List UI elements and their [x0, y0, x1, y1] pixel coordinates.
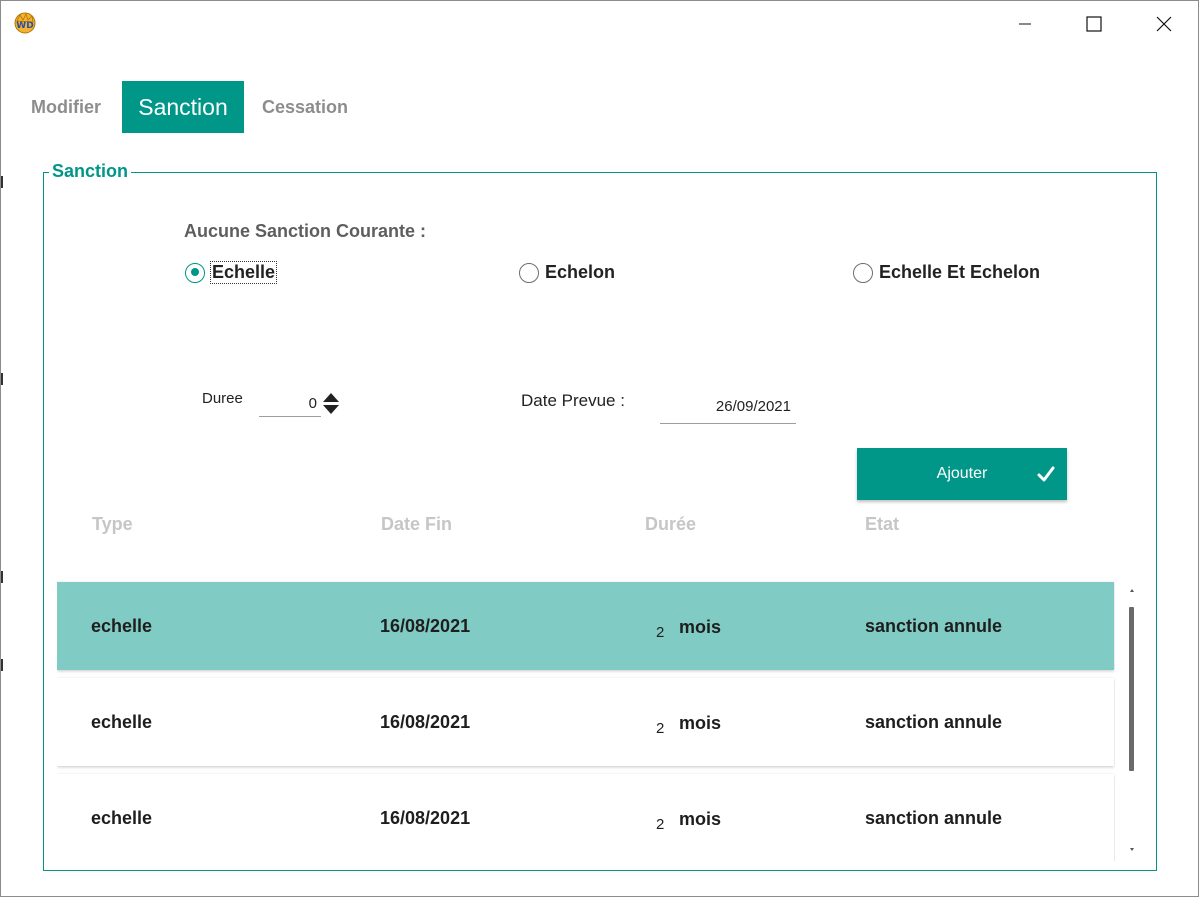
radio-echelon[interactable]: Echelon: [519, 262, 615, 283]
duree-input[interactable]: 0: [259, 391, 321, 417]
cell-type: echelle: [91, 712, 153, 732]
cell-duree-unit: mois: [679, 617, 722, 637]
radio-unchecked-icon: [853, 262, 873, 283]
date-prevue-input[interactable]: 26/09/2021: [660, 393, 796, 424]
cell-type: echelle: [91, 616, 153, 636]
duree-label: Duree: [202, 390, 243, 407]
date-prevue-label: Date Prevue :: [521, 391, 625, 410]
spin-up-icon[interactable]: [323, 393, 339, 402]
maximize-icon: [1086, 16, 1102, 32]
radio-label: Echelle Et Echelon: [879, 262, 1041, 282]
cell-date-fin: 16/08/2021: [380, 712, 471, 732]
radio-checked-icon: [185, 262, 205, 283]
window-edge-mark: [1, 659, 3, 671]
tab-modifier[interactable]: Modifier: [31, 81, 101, 133]
ajouter-label: Ajouter: [936, 465, 988, 482]
duree-spinner[interactable]: [322, 391, 340, 417]
cell-duree-unit: mois: [679, 713, 722, 733]
sanction-list[interactable]: echelle 16/08/2021 2 mois sanction annul…: [57, 580, 1115, 861]
current-sanction-label: Aucune Sanction Courante :: [184, 221, 427, 241]
radio-echelle[interactable]: Echelle: [185, 261, 278, 284]
header-type[interactable]: Type: [92, 514, 133, 535]
check-icon: [1037, 466, 1055, 482]
window-edge-mark: [1, 373, 3, 385]
header-etat[interactable]: Etat: [865, 514, 899, 535]
scrollbar-thumb[interactable]: [1129, 607, 1134, 771]
windev-app-icon: WD: [13, 11, 37, 35]
radio-echelle-et-echelon[interactable]: Echelle Et Echelon: [853, 262, 1040, 283]
tab-sanction[interactable]: Sanction: [122, 81, 244, 133]
close-button[interactable]: [1141, 9, 1187, 39]
svg-text:WD: WD: [16, 21, 33, 31]
minimize-icon: [1019, 23, 1031, 25]
radio-unchecked-icon: [519, 262, 539, 283]
cell-date-fin: 16/08/2021: [380, 808, 471, 828]
spin-down-icon[interactable]: [323, 405, 339, 414]
cell-etat: sanction annule: [865, 808, 1003, 828]
cell-etat: sanction annule: [865, 712, 1003, 732]
ajouter-button[interactable]: Ajouter: [857, 448, 1067, 500]
window-edge-mark: [1, 571, 3, 583]
groupbox-title: Sanction: [49, 161, 132, 182]
cell-type: echelle: [91, 808, 153, 828]
header-date-fin[interactable]: Date Fin: [381, 514, 452, 535]
app-window: WD Modifier Sanction Cessation Sanction …: [0, 0, 1199, 897]
header-duree[interactable]: Durée: [645, 514, 696, 535]
cell-duree-num: 2: [656, 816, 665, 833]
cell-date-fin: 16/08/2021: [380, 616, 471, 636]
maximize-button[interactable]: [1071, 9, 1117, 39]
cell-duree-num: 2: [656, 720, 665, 737]
scroll-up-icon[interactable]: [1128, 587, 1136, 595]
minimize-button[interactable]: [1002, 9, 1048, 39]
radio-label: Echelon: [545, 262, 616, 282]
cell-etat: sanction annule: [865, 616, 1003, 636]
cell-duree-num: 2: [656, 624, 665, 641]
radio-label: Echelle: [209, 261, 278, 284]
table-row[interactable]: echelle 16/08/2021 2 mois sanction annul…: [57, 678, 1114, 766]
cell-duree-unit: mois: [679, 809, 722, 829]
table-row[interactable]: echelle 16/08/2021 2 mois sanction annul…: [57, 774, 1114, 861]
table-row[interactable]: echelle 16/08/2021 2 mois sanction annul…: [57, 582, 1114, 670]
close-icon: [1156, 16, 1172, 32]
tab-cessation[interactable]: Cessation: [262, 81, 348, 133]
window-edge-mark: [1, 176, 3, 188]
scroll-down-icon[interactable]: [1128, 845, 1136, 853]
